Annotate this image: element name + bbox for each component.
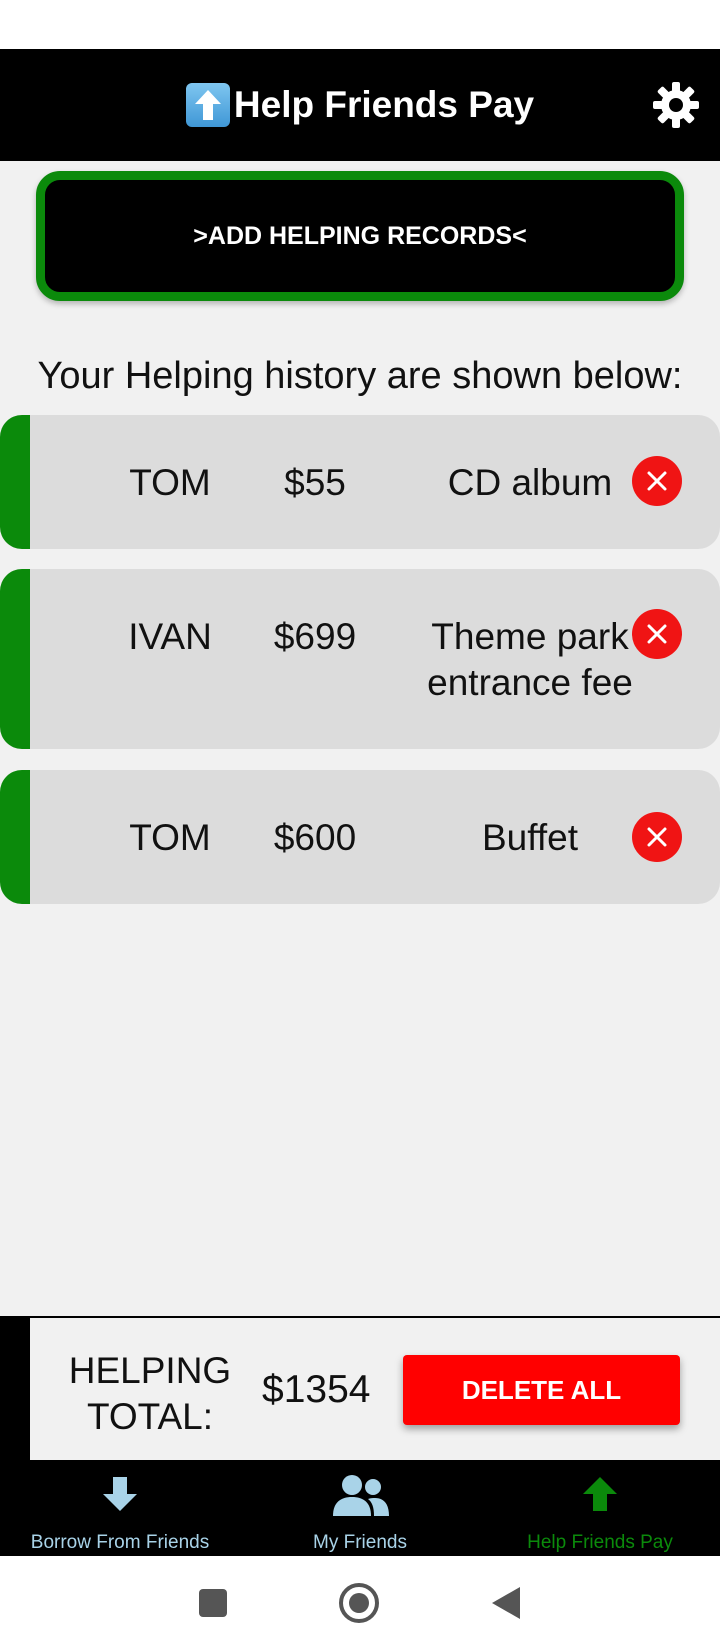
delete-record-icon[interactable]: [632, 609, 682, 659]
add-helping-records-label: >ADD HELPING RECORDS<: [193, 221, 527, 250]
gear-icon[interactable]: [652, 81, 700, 129]
record-name: TOM: [129, 817, 211, 858]
header-title-group: Help Friends Pay: [185, 83, 535, 127]
back-triangle-icon[interactable]: [490, 1586, 522, 1620]
app-header: Help Friends Pay: [0, 49, 720, 161]
record-amount: $699: [273, 616, 357, 657]
delete-record-icon[interactable]: [632, 812, 682, 862]
record-name: IVAN: [128, 616, 212, 657]
record-description: Theme park entrance fee: [427, 616, 633, 703]
nav-my-friends[interactable]: My Friends: [240, 1460, 480, 1556]
record-amount: $55: [284, 462, 346, 503]
system-nav-bar: [0, 1556, 720, 1650]
total-bar: HELPING TOTAL: $1354 DELETE ALL: [0, 1316, 720, 1460]
nav-help-friends-pay[interactable]: Help Friends Pay: [480, 1460, 720, 1556]
page-title: Help Friends Pay: [233, 84, 535, 125]
recents-square-icon[interactable]: [198, 1588, 228, 1618]
nav-label: My Friends: [313, 1532, 407, 1553]
delete-all-button[interactable]: DELETE ALL: [403, 1355, 680, 1425]
status-bar: [0, 0, 720, 49]
add-helping-records-button[interactable]: >ADD HELPING RECORDS<: [36, 171, 684, 301]
delete-all-label: DELETE ALL: [461, 1374, 622, 1405]
delete-record-icon[interactable]: [632, 456, 682, 506]
record-description: Buffet: [481, 817, 578, 858]
arrow-up-icon: [583, 1477, 617, 1511]
total-label: HELPING TOTAL:: [68, 1350, 232, 1437]
record-row: IVAN $699 Theme park entrance fee: [0, 569, 720, 749]
up-arrow-emoji-icon: [185, 83, 230, 127]
people-icon: [333, 1475, 389, 1516]
home-circle-icon[interactable]: [338, 1582, 380, 1624]
nav-label: Help Friends Pay: [527, 1532, 673, 1553]
record-description: CD album: [447, 462, 613, 503]
record-name: TOM: [129, 462, 211, 503]
nav-label: Borrow From Friends: [30, 1532, 210, 1553]
arrow-down-icon: [103, 1477, 137, 1511]
record-row: TOM $600 Buffet: [0, 770, 720, 904]
nav-borrow-from-friends[interactable]: Borrow From Friends: [0, 1460, 240, 1556]
record-amount: $600: [273, 817, 357, 858]
record-row: TOM $55 CD album: [0, 415, 720, 549]
bottom-nav: Borrow From Friends My Friends Help Frie…: [0, 1460, 720, 1556]
history-heading: Your Helping history are shown below:: [37, 355, 683, 397]
total-value: $1354: [262, 1368, 371, 1411]
